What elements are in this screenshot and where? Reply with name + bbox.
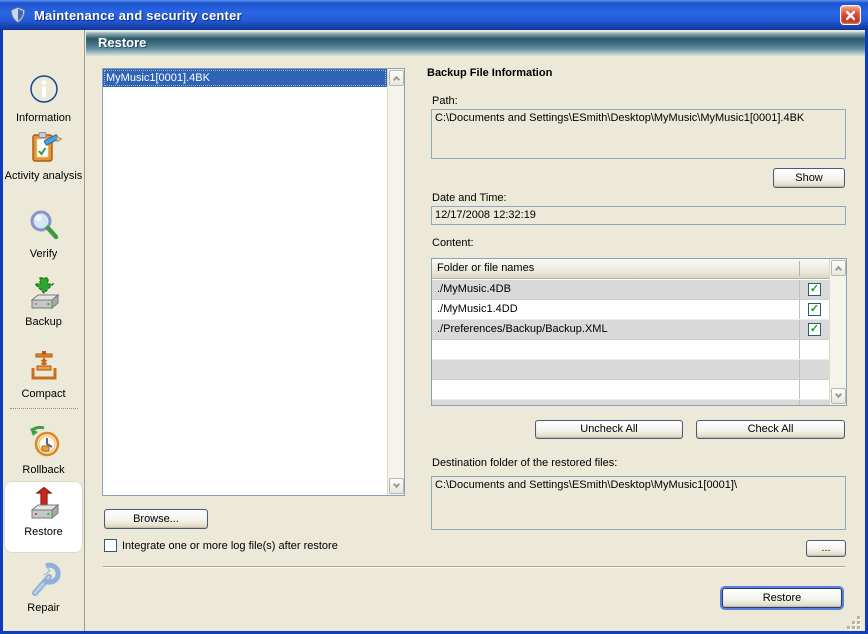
integrate-log-checkbox[interactable] <box>104 539 117 552</box>
activity-analysis-icon <box>24 128 64 168</box>
titlebar: Maintenance and security center <box>0 0 868 30</box>
table-scrollbar[interactable] <box>829 259 846 405</box>
restore-button[interactable]: Restore <box>722 588 842 608</box>
destination-field[interactable]: C:\Documents and Settings\ESmith\Desktop… <box>431 476 846 530</box>
close-button[interactable] <box>840 5 861 25</box>
sidebar-item-label: Compact <box>3 388 84 400</box>
sidebar-item-information[interactable]: Information <box>3 68 84 124</box>
chevron-up-icon <box>393 76 400 83</box>
table-row <box>432 340 829 360</box>
sidebar-item-label: Information <box>3 112 84 124</box>
sidebar-separator <box>10 408 78 409</box>
sidebar-item-label: Repair <box>3 602 84 614</box>
rollback-icon <box>24 422 64 462</box>
integrate-log-label: Integrate one or more log file(s) after … <box>122 540 338 552</box>
sidebar-item-label: Restore <box>5 526 82 538</box>
column-divider <box>799 400 800 405</box>
datetime-label: Date and Time: <box>432 192 507 204</box>
column-divider <box>799 360 800 379</box>
table-row <box>432 380 829 400</box>
backup-file-list-items: MyMusic1[0001].4BK <box>103 69 387 495</box>
file-name: ./MyMusic1.4DD <box>437 303 518 315</box>
table-row: ./Preferences/Backup/Backup.XML ✓ <box>432 320 829 340</box>
file-checkbox[interactable]: ✓ <box>808 323 821 336</box>
table-scroll-up-button[interactable] <box>831 260 846 276</box>
path-field[interactable]: C:\Documents and Settings\ESmith\Desktop… <box>431 109 846 159</box>
content-table: Folder or file names ./MyMusic.4DB✓./MyM… <box>431 258 847 406</box>
sidebar-item-verify[interactable]: Verify <box>3 204 84 260</box>
backup-icon <box>24 274 64 314</box>
backup-file-list[interactable]: MyMusic1[0001].4BK <box>102 68 405 496</box>
information-icon <box>24 70 64 110</box>
list-scrollbar[interactable] <box>387 69 404 495</box>
uncheck-all-button[interactable]: Uncheck All <box>535 420 683 439</box>
sidebar-item-restore[interactable]: Restore <box>5 482 82 552</box>
content-table-header[interactable]: Folder or file names <box>432 259 829 279</box>
table-row <box>432 360 829 380</box>
column-divider <box>799 280 800 299</box>
panel-header: Restore <box>86 31 865 56</box>
table-scroll-down-button[interactable] <box>831 388 846 404</box>
column-divider <box>799 340 800 359</box>
sidebar-item-label: Backup <box>3 316 84 328</box>
chevron-up-icon <box>835 266 842 273</box>
datetime-field: 12/17/2008 12:32:19 <box>431 206 846 225</box>
section-title: Backup File Information <box>427 67 552 79</box>
check-all-button[interactable]: Check All <box>696 420 845 439</box>
column-divider <box>799 320 800 339</box>
chevron-down-icon <box>393 481 400 488</box>
scroll-down-button[interactable] <box>389 478 404 494</box>
sidebar: Information Activity analysis Verify Backup… <box>3 30 85 631</box>
footer-separator <box>103 566 845 567</box>
sidebar-item-backup[interactable]: Backup <box>3 272 84 328</box>
panel-title: Restore <box>98 35 146 50</box>
destination-label: Destination folder of the restored files… <box>432 457 617 469</box>
content-table-body: ./MyMusic.4DB✓./MyMusic1.4DD✓./Preferenc… <box>432 280 829 405</box>
window-title: Maintenance and security center <box>34 8 242 23</box>
content-label: Content: <box>432 237 474 249</box>
sidebar-item-repair[interactable]: Repair <box>3 558 84 614</box>
sidebar-item-compact[interactable]: Compact <box>3 344 84 400</box>
sidebar-item-label: Rollback <box>3 464 84 476</box>
path-label: Path: <box>432 95 458 107</box>
file-checkbox[interactable]: ✓ <box>808 283 821 296</box>
sidebar-item-rollback[interactable]: Rollback <box>3 420 84 476</box>
file-name: ./Preferences/Backup/Backup.XML <box>437 323 608 335</box>
sidebar-item-label: Activity analysis <box>3 170 84 182</box>
more-options-button[interactable]: ... <box>806 540 846 557</box>
restore-icon <box>24 484 64 524</box>
browse-button[interactable]: Browse... <box>104 509 208 529</box>
sidebar-item-activity-analysis[interactable]: Activity analysis <box>3 126 84 182</box>
sidebar-item-label: Verify <box>3 248 84 260</box>
file-name: ./MyMusic.4DB <box>437 283 511 295</box>
column-divider <box>799 261 800 276</box>
scroll-up-button[interactable] <box>389 70 404 86</box>
maintenance-security-window: Maintenance and security center Informat… <box>0 0 868 634</box>
verify-icon <box>24 206 64 246</box>
close-icon <box>845 10 856 21</box>
column-divider <box>799 300 800 319</box>
show-button[interactable]: Show <box>773 168 845 188</box>
table-row <box>432 400 829 405</box>
compact-icon <box>24 346 64 386</box>
table-row: ./MyMusic.4DB ✓ <box>432 280 829 300</box>
file-checkbox[interactable]: ✓ <box>808 303 821 316</box>
shield-app-icon <box>9 6 27 24</box>
table-row: ./MyMusic1.4DD ✓ <box>432 300 829 320</box>
content-table-header-label: Folder or file names <box>437 262 534 274</box>
list-item[interactable]: MyMusic1[0001].4BK <box>103 69 387 87</box>
resize-grip[interactable] <box>847 616 860 629</box>
column-divider <box>799 380 800 399</box>
chevron-down-icon <box>835 391 842 398</box>
repair-icon <box>24 560 64 600</box>
